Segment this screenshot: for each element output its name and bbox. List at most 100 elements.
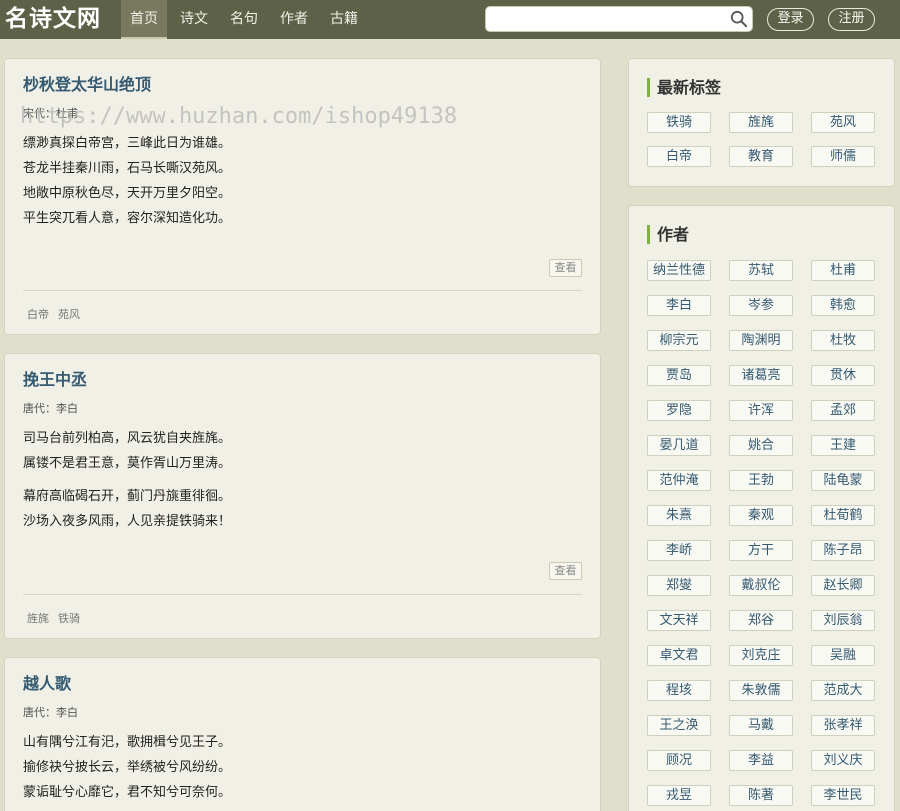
poem-line: 沙场入夜多风雨，人见亲提铁骑来！ — [23, 514, 232, 529]
poem-tag[interactable]: 苑风 — [58, 306, 80, 322]
poem-tag[interactable]: 白帝 — [27, 306, 49, 322]
site-logo[interactable]: 名诗文网 — [5, 3, 101, 35]
tag-chip[interactable]: 教育 — [729, 146, 793, 167]
author-chip[interactable]: 秦观 — [729, 505, 793, 526]
card-divider — [23, 594, 582, 595]
tag-chip[interactable]: 铁骑 — [647, 112, 711, 133]
author-chip[interactable]: 陈子昂 — [811, 540, 875, 561]
tag-chip[interactable]: 白帝 — [647, 146, 711, 167]
author-chip[interactable]: 马戴 — [729, 715, 793, 736]
nav-authors[interactable]: 作者 — [271, 0, 317, 39]
author-chip[interactable]: 顾况 — [647, 750, 711, 771]
author-chip[interactable]: 王勃 — [729, 470, 793, 491]
poem-tags: 旌旄 铁骑 — [27, 610, 89, 626]
login-button[interactable]: 登录 — [767, 8, 814, 31]
poem-line: 平生突兀看人意，容尔深知造化功。 — [23, 211, 232, 226]
author-chip[interactable]: 柳宗元 — [647, 330, 711, 351]
author-chip[interactable]: 戴叔伦 — [729, 575, 793, 596]
poem-line: 山有隅兮江有汜，歌拥楫兮见王子。 — [23, 735, 232, 750]
author-chip[interactable]: 晏几道 — [647, 435, 711, 456]
nav-poems[interactable]: 诗文 — [171, 0, 217, 39]
author-chip[interactable]: 刘辰翁 — [811, 610, 875, 631]
author-chip[interactable]: 张孝祥 — [811, 715, 875, 736]
poem-line: 幕府高临碣石开，蓟门丹旐重徘徊。 — [23, 489, 232, 504]
author-chip[interactable]: 王之涣 — [647, 715, 711, 736]
author-chip[interactable]: 朱敦儒 — [729, 680, 793, 701]
author-chip[interactable]: 吴融 — [811, 645, 875, 666]
author-chip[interactable]: 孟郊 — [811, 400, 875, 421]
poem-line: 苍龙半挂秦川雨，石马长嘶汉苑风。 — [23, 161, 232, 176]
poem-line: 地敞中原秋色尽，天开万里夕阳空。 — [23, 186, 232, 201]
poem-author-meta: 唐代：李白 — [23, 706, 78, 719]
poem-tag[interactable]: 铁骑 — [58, 610, 80, 626]
nav-home[interactable]: 首页 — [121, 0, 167, 39]
poem-tags: 白帝 苑风 — [27, 306, 89, 322]
poem-line: 揄修袂兮披长云，举绣被兮风纷纷。 — [23, 760, 232, 775]
nav-quotes[interactable]: 名句 — [221, 0, 267, 39]
author-chip[interactable]: 李益 — [729, 750, 793, 771]
author-chip[interactable]: 陶渊明 — [729, 330, 793, 351]
author-chip[interactable]: 罗隐 — [647, 400, 711, 421]
author-chip[interactable]: 刘克庄 — [729, 645, 793, 666]
poem-tag[interactable]: 旌旄 — [27, 610, 49, 626]
author-chip[interactable]: 李峤 — [647, 540, 711, 561]
view-button[interactable]: 查看 — [549, 259, 582, 277]
author-chip[interactable]: 贯休 — [811, 365, 875, 386]
panel-title: 最新标签 — [647, 78, 721, 97]
author-chip[interactable]: 韩愈 — [811, 295, 875, 316]
author-chip[interactable]: 郑燮 — [647, 575, 711, 596]
poem-card: 越人歌 唐代：李白 山有隅兮江有汜，歌拥楫兮见王子。 揄修袂兮披长云，举绣被兮风… — [4, 657, 601, 811]
poem-title[interactable]: 杪秋登太华山绝顶 — [23, 71, 151, 95]
author-chip[interactable]: 文天祥 — [647, 610, 711, 631]
search-icon[interactable] — [730, 10, 748, 28]
author-chip[interactable]: 岑参 — [729, 295, 793, 316]
author-chip[interactable]: 范仲淹 — [647, 470, 711, 491]
author-chip[interactable]: 程垓 — [647, 680, 711, 701]
latest-tags-panel: 最新标签 铁骑 旌旄 苑风 白帝 教育 师儒 — [628, 58, 895, 187]
author-chip[interactable]: 李世民 — [811, 785, 875, 806]
author-chip[interactable]: 陈著 — [729, 785, 793, 806]
poem-card: 杪秋登太华山绝顶 宋代：杜甫 缥渺真探白帝宫，三峰此日为谁雄。 苍龙半挂秦川雨，… — [4, 58, 601, 335]
author-list: 纳兰性德 苏轼 杜甫李白 岑参 韩愈柳宗元 陶渊明 杜牧贾岛 诸葛亮 贯休罗隐 许浑 孟郊晏几道 姚合… — [647, 260, 875, 806]
author-chip[interactable]: 王建 — [811, 435, 875, 456]
poem-title[interactable]: 越人歌 — [23, 670, 71, 694]
author-chip[interactable]: 李白 — [647, 295, 711, 316]
poem-line: 缥渺真探白帝宫，三峰此日为谁雄。 — [23, 136, 232, 151]
poem-line: 蒙诟耻兮心靡它，君不知兮可奈何。 — [23, 785, 232, 800]
poem-body: 缥渺真探白帝宫，三峰此日为谁雄。 苍龙半挂秦川雨，石马长嘶汉苑风。 地敞中原秋色… — [23, 131, 231, 231]
tag-chip[interactable]: 师儒 — [811, 146, 875, 167]
tag-chip[interactable]: 旌旄 — [729, 112, 793, 133]
nav-classics[interactable]: 古籍 — [321, 0, 367, 39]
author-chip[interactable]: 朱熹 — [647, 505, 711, 526]
author-chip[interactable]: 苏轼 — [729, 260, 793, 281]
poem-title[interactable]: 挽王中丞 — [23, 366, 87, 390]
author-chip[interactable]: 诸葛亮 — [729, 365, 793, 386]
search-input[interactable] — [492, 10, 722, 28]
poem-author-meta: 宋代：杜甫 — [23, 107, 78, 120]
author-chip[interactable]: 贾岛 — [647, 365, 711, 386]
view-button[interactable]: 查看 — [549, 562, 582, 580]
author-chip[interactable]: 赵长卿 — [811, 575, 875, 596]
tag-chip[interactable]: 苑风 — [811, 112, 875, 133]
register-button[interactable]: 注册 — [828, 8, 875, 31]
author-chip[interactable]: 杜牧 — [811, 330, 875, 351]
author-chip[interactable]: 杜甫 — [811, 260, 875, 281]
authors-panel: 作者 纳兰性德 苏轼 杜甫李白 岑参 韩愈柳宗元 陶渊明 杜牧贾岛 诸葛亮 贯休罗隐 许浑 孟郊晏几… — [628, 205, 895, 811]
author-chip[interactable]: 方干 — [729, 540, 793, 561]
author-chip[interactable]: 陆龟蒙 — [811, 470, 875, 491]
author-chip[interactable]: 戎昱 — [647, 785, 711, 806]
author-chip[interactable]: 卓文君 — [647, 645, 711, 666]
author-chip[interactable]: 刘义庆 — [811, 750, 875, 771]
author-chip[interactable]: 郑谷 — [729, 610, 793, 631]
poem-line: 司马台前列柏高，风云犹自夹旌旄。 — [23, 431, 232, 446]
author-chip[interactable]: 许浑 — [729, 400, 793, 421]
author-chip[interactable]: 姚合 — [729, 435, 793, 456]
search-box — [485, 6, 753, 32]
author-chip[interactable]: 纳兰性德 — [647, 260, 711, 281]
author-chip[interactable]: 范成大 — [811, 680, 875, 701]
tag-list: 铁骑 旌旄 苑风 白帝 教育 师儒 — [647, 112, 875, 167]
author-chip[interactable]: 杜荀鹤 — [811, 505, 875, 526]
panel-title: 作者 — [647, 225, 689, 244]
poem-card: 挽王中丞 唐代：李白 司马台前列柏高，风云犹自夹旌旄。 属镂不是君王意，莫作胥山… — [4, 353, 601, 639]
main-nav: 首页 诗文 名句 作者 古籍 — [121, 0, 371, 39]
